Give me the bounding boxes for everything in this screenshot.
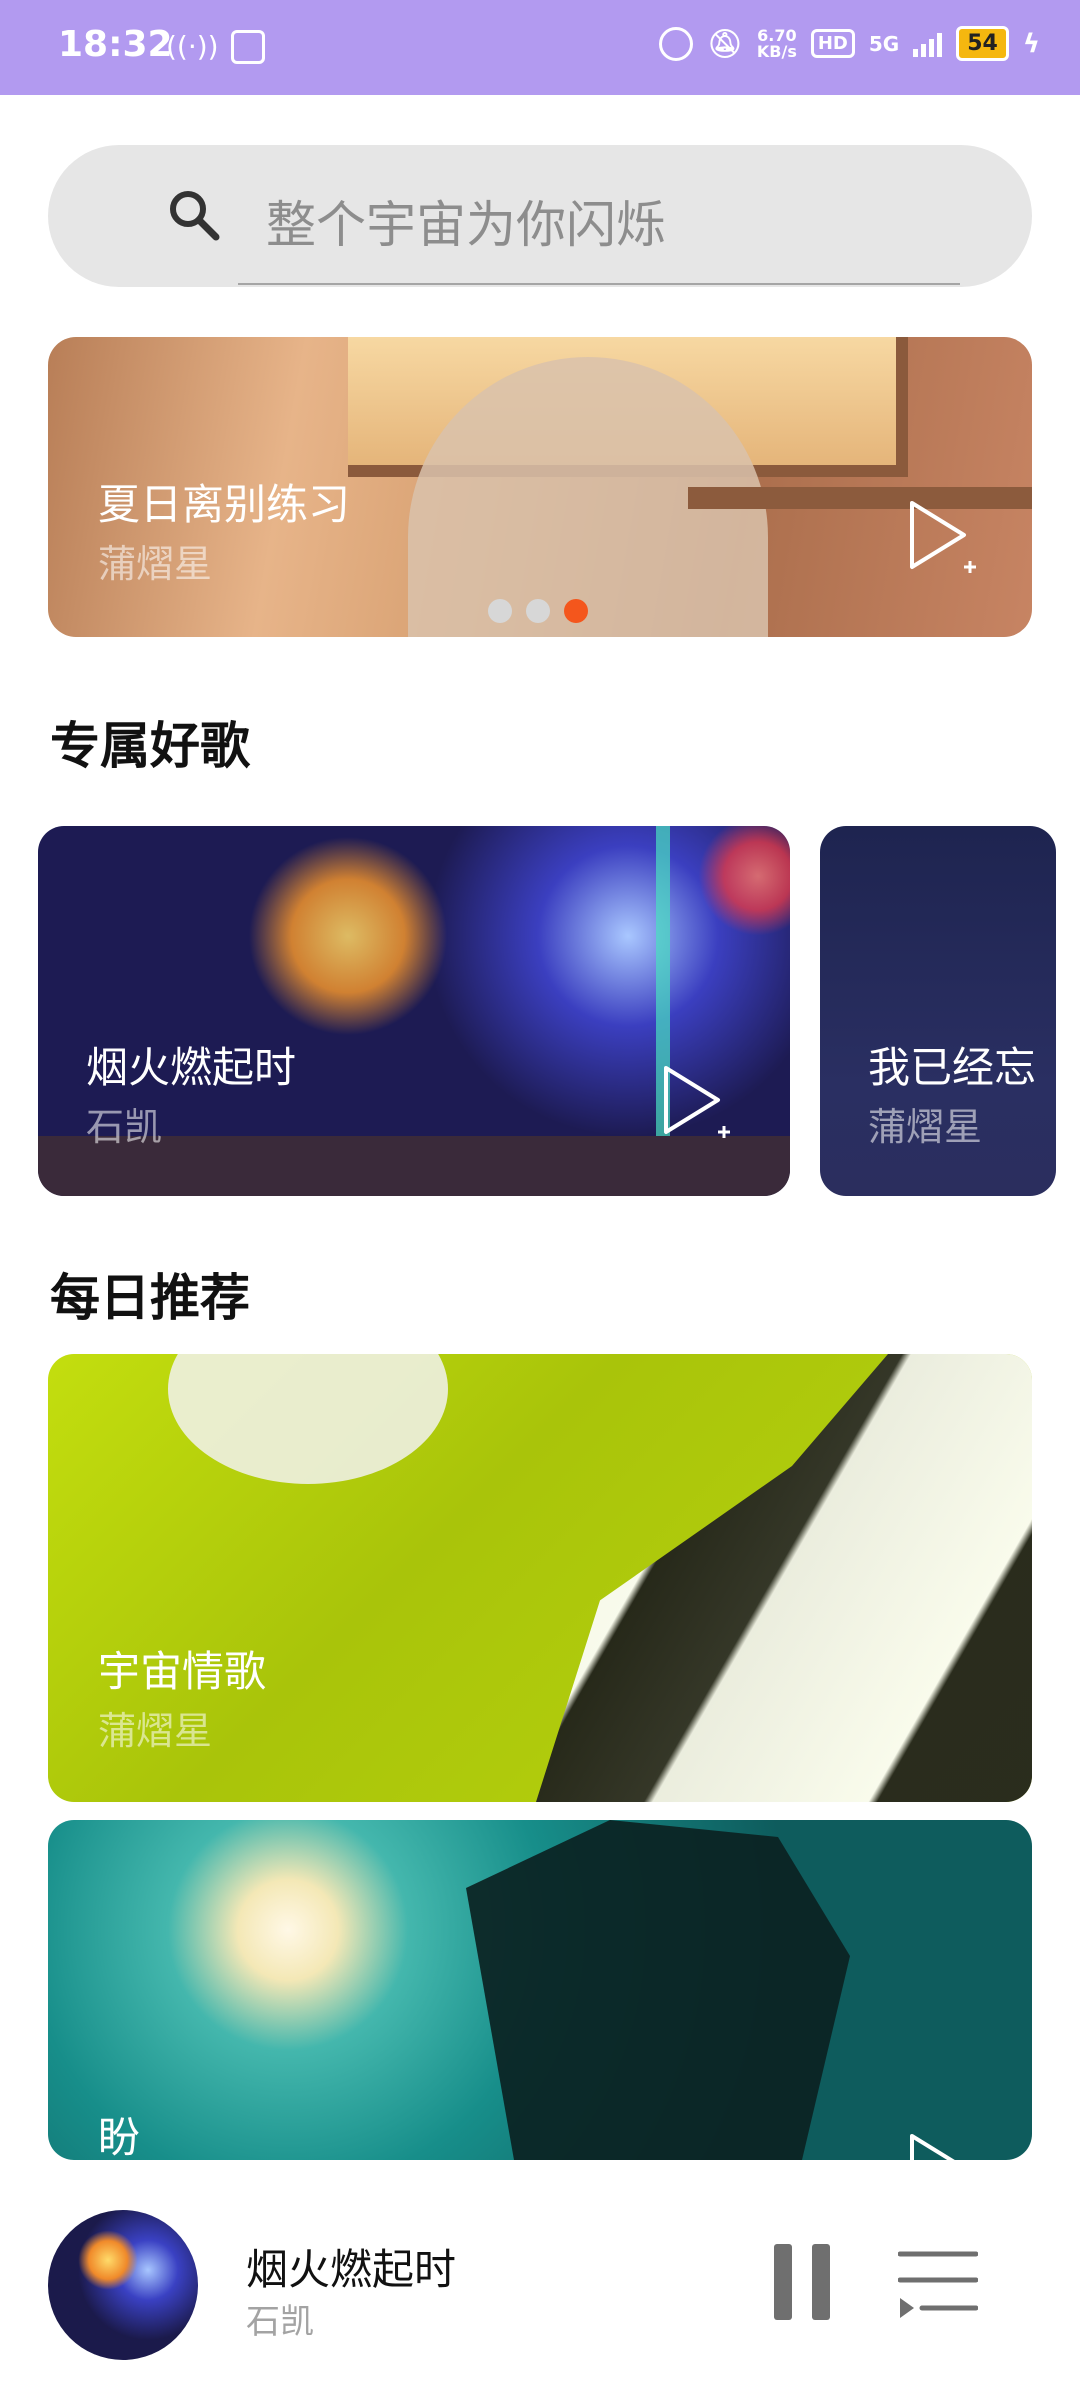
search-icon bbox=[170, 191, 220, 241]
section-title-daily: 每日推荐 bbox=[50, 1269, 250, 1327]
carousel-dot[interactable] bbox=[526, 599, 550, 623]
card-artwork-firework bbox=[248, 836, 448, 1036]
play-add-icon[interactable] bbox=[906, 497, 976, 579]
section-title-exclusive: 专属好歌 bbox=[50, 717, 250, 775]
exclusive-card[interactable]: 烟火燃起时 石凯 bbox=[38, 826, 790, 1196]
card-title: 我已经忘 bbox=[868, 1043, 1037, 1092]
pause-icon bbox=[812, 2244, 830, 2320]
banner-carousel[interactable]: 夏日离别练习 蒲熠星 bbox=[48, 337, 1032, 637]
card-artist: 石凯 bbox=[86, 1105, 163, 1149]
card-artwork-cloud bbox=[168, 1354, 448, 1484]
now-playing-artist: 石凯 bbox=[246, 2302, 314, 2342]
search-bar[interactable]: 整个宇宙为你闪烁 bbox=[48, 145, 1032, 287]
daily-card[interactable]: 盼 bbox=[48, 1820, 1032, 2160]
battery-level: 54 bbox=[956, 26, 1009, 61]
card-artwork-figure bbox=[466, 1820, 850, 2160]
hd-icon: HD bbox=[810, 29, 855, 58]
search-input[interactable]: 整个宇宙为你闪烁 bbox=[266, 185, 666, 257]
network-type: 5G bbox=[868, 31, 900, 56]
playlist-button[interactable] bbox=[898, 2248, 978, 2318]
card-title: 宇宙情歌 bbox=[98, 1647, 267, 1696]
mini-player[interactable]: 烟火燃起时 石凯 bbox=[0, 2160, 1080, 2404]
status-right-icons: 🔕︎ 6.70 KB/s HD 5G 54 ϟ bbox=[659, 26, 1040, 61]
alarm-icon bbox=[659, 26, 694, 61]
card-title: 烟火燃起时 bbox=[86, 1043, 297, 1092]
usb-debug-icon bbox=[230, 30, 265, 64]
card-artwork-figure bbox=[536, 1354, 1032, 1802]
now-playing-title: 烟火燃起时 bbox=[246, 2245, 457, 2294]
banner-artist: 蒲熠星 bbox=[98, 542, 213, 586]
carousel-dot-active[interactable] bbox=[564, 599, 588, 623]
search-underline bbox=[238, 283, 960, 285]
banner-artwork-sill bbox=[688, 487, 1032, 509]
banner-title: 夏日离别练习 bbox=[98, 480, 351, 529]
pause-icon bbox=[774, 2244, 792, 2320]
scroll-edge bbox=[1056, 800, 1080, 1220]
album-art[interactable] bbox=[48, 2210, 198, 2360]
network-speed: 6.70 KB/s bbox=[756, 25, 797, 61]
status-time: 18:32 bbox=[58, 24, 173, 65]
play-add-icon[interactable] bbox=[660, 1062, 730, 1144]
card-artwork-firework bbox=[698, 826, 790, 936]
card-title: 盼 bbox=[98, 2113, 141, 2160]
daily-card[interactable]: 宇宙情歌 蒲熠星 bbox=[48, 1354, 1032, 1802]
charging-icon: ϟ bbox=[1022, 28, 1040, 59]
card-artist: 蒲熠星 bbox=[98, 1709, 213, 1753]
carousel-dot[interactable] bbox=[488, 599, 512, 623]
pause-button[interactable] bbox=[774, 2244, 830, 2320]
carousel-indicator bbox=[488, 599, 588, 623]
card-artist: 蒲熠星 bbox=[868, 1105, 983, 1149]
signal-icon bbox=[913, 31, 943, 57]
status-left-icons: ((·)) bbox=[166, 30, 265, 64]
exclusive-card[interactable]: 我已经忘 蒲熠星 bbox=[820, 826, 1056, 1196]
hotspot-icon: ((·)) bbox=[166, 30, 219, 63]
status-bar: 18:32 ((·)) 🔕︎ 6.70 KB/s HD 5G 54 ϟ bbox=[0, 0, 1080, 95]
mute-icon: 🔕︎ bbox=[707, 27, 743, 60]
play-add-icon[interactable] bbox=[906, 2130, 976, 2160]
